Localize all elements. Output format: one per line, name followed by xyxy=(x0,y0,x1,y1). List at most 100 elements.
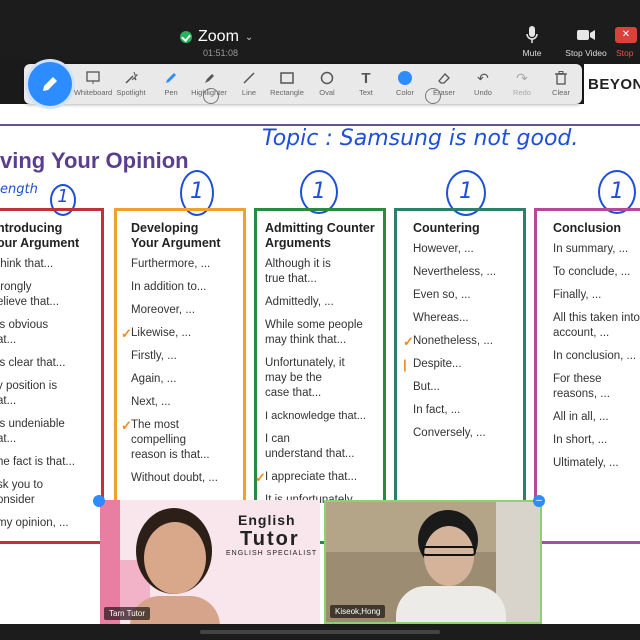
phrase: ✓ The most compelling reason is that... xyxy=(121,418,210,461)
pen-icon xyxy=(166,73,176,83)
minimize-icon[interactable]: – xyxy=(533,495,545,507)
phrase: Again, ... xyxy=(131,373,177,385)
video-tile-student[interactable]: Kiseok,Hong xyxy=(324,500,542,624)
mute-label: Mute xyxy=(522,48,542,58)
phrase: | Despite... xyxy=(403,357,462,372)
phrase: my opinion, ... xyxy=(0,517,69,529)
participant-face xyxy=(424,526,474,586)
phrase: To conclude, ... xyxy=(553,266,631,278)
card-title: Developing Your Argument xyxy=(131,221,221,250)
banner-line: Tutor xyxy=(240,528,300,550)
oval-icon xyxy=(320,71,334,85)
banner-line: English xyxy=(238,512,296,528)
rectangle-icon xyxy=(280,72,294,84)
banner-line: ENGLISH SPECIALIST xyxy=(226,550,318,557)
stop-share-icon: ✕ xyxy=(615,27,637,43)
user-icon[interactable] xyxy=(93,495,105,507)
tool-clear[interactable]: Clear xyxy=(538,70,584,97)
line-icon xyxy=(243,72,255,84)
microphone-icon xyxy=(526,26,538,43)
stop-share-button[interactable]: ✕ Stop xyxy=(612,25,640,58)
color-icon xyxy=(398,71,412,85)
card-admitting: Admitting Counter Arguments Although it … xyxy=(254,208,386,544)
cursor-ring xyxy=(425,88,441,104)
phrase: While some people may think that... xyxy=(265,319,363,346)
phrase: y position is at... xyxy=(0,380,58,407)
check-mark: ✓ xyxy=(255,470,266,485)
participant-body xyxy=(396,586,506,622)
card-title: Conclusion xyxy=(553,221,622,235)
trash-icon xyxy=(555,71,567,85)
glasses-icon xyxy=(422,546,476,556)
phrase: Unfortunately, it may be the case that..… xyxy=(265,357,345,399)
card-title: Countering xyxy=(413,221,480,235)
phrase: is obvious at... xyxy=(0,319,49,346)
phrase: trongly elieve that... xyxy=(0,281,60,308)
redo-icon: ↷ xyxy=(516,69,528,86)
phrase: Next, ... xyxy=(131,396,171,408)
phrase: is undeniable at... xyxy=(0,418,65,445)
phrase: In addition to... xyxy=(131,281,207,293)
app-title: Zoom xyxy=(198,28,239,45)
check-mark: ✓ xyxy=(121,418,132,433)
phrase: In short, ... xyxy=(553,434,608,446)
phrase: sk you to onsider xyxy=(0,479,44,506)
shared-slide: ving Your Opinion Topic : Samsung is not… xyxy=(0,104,640,624)
phrase: Whereas... xyxy=(413,312,469,324)
stop-video-button[interactable]: Stop Video xyxy=(556,25,616,58)
participant-face xyxy=(144,522,206,594)
check-mark: ✓ xyxy=(121,326,132,341)
chevron-down-icon: ⌄ xyxy=(244,31,254,43)
highlight-mark: | xyxy=(403,357,407,372)
phrase: is clear that... xyxy=(0,357,66,369)
phrase: Furthermore, ... xyxy=(131,258,211,270)
check-mark: ✓ xyxy=(403,334,414,349)
stop-video-label: Stop Video xyxy=(565,48,607,58)
slide-brand: BEYON xyxy=(584,64,640,104)
card-developing: Developing Your Argument Furthermore, ..… xyxy=(114,208,246,544)
whiteboard-icon xyxy=(86,71,100,84)
video-tile-tutor[interactable]: English Tutor ENGLISH SPECIALIST Tarn Tu… xyxy=(100,500,320,624)
stop-share-label: Stop xyxy=(616,48,634,58)
phrase: In fact, ... xyxy=(413,404,461,416)
pencil-icon xyxy=(43,77,57,91)
phrase: All in all, ... xyxy=(553,411,609,423)
spotlight-icon xyxy=(125,71,138,84)
handwritten-topic: Topic : Samsung is not good. xyxy=(262,126,579,151)
background-graphic xyxy=(100,500,120,624)
phrase: Although it is true that... xyxy=(265,258,331,285)
phrase: Without doubt, ... xyxy=(131,472,218,484)
tool-label: Clear xyxy=(552,88,570,97)
phrase: I can understand that... xyxy=(265,433,355,460)
card-title: Admitting Counter Arguments xyxy=(265,221,375,250)
phrase: Even so, ... xyxy=(413,289,471,301)
phrase: ✓ Likewise, ... xyxy=(121,326,192,341)
phrase: Admittedly, ... xyxy=(265,296,334,308)
highlighter-icon xyxy=(205,74,214,83)
participant-name: Tarn Tutor xyxy=(104,607,151,620)
annotate-toggle-button[interactable] xyxy=(28,62,72,106)
phrase: I acknowledge that... xyxy=(265,410,366,422)
phrase: Moreover, ... xyxy=(131,304,195,316)
video-camera-icon xyxy=(577,30,595,40)
meeting-timer: 01:51:08 xyxy=(203,48,239,58)
cursor-ring xyxy=(203,88,219,104)
phrase: For these reasons, ... xyxy=(553,373,610,400)
phrase: All this taken into account, ... xyxy=(553,312,640,339)
phrase: think that... xyxy=(0,258,54,270)
card-conclusion: Conclusion In summary, ... To conclude, … xyxy=(534,208,640,544)
slide-title: ving Your Opinion xyxy=(0,148,189,173)
shield-icon xyxy=(180,31,192,43)
mute-button[interactable]: Mute xyxy=(502,25,562,58)
phrase: Nevertheless, ... xyxy=(413,266,497,278)
participant-name: Kiseok,Hong xyxy=(330,605,386,618)
card-title: ntroducing our Argument xyxy=(0,221,80,250)
card-countering: Countering However, ... Nevertheless, ..… xyxy=(394,208,526,544)
phrase: ✓ Nonetheless, ... xyxy=(403,334,493,349)
card-introducing: ntroducing our Argument think that... tr… xyxy=(0,208,104,544)
home-indicator[interactable] xyxy=(200,630,440,634)
eraser-icon xyxy=(438,73,450,84)
phrase: Firstly, ... xyxy=(131,350,177,362)
phrase: In conclusion, ... xyxy=(553,350,637,362)
meeting-title-button[interactable]: Zoom ⌄ xyxy=(180,28,253,46)
